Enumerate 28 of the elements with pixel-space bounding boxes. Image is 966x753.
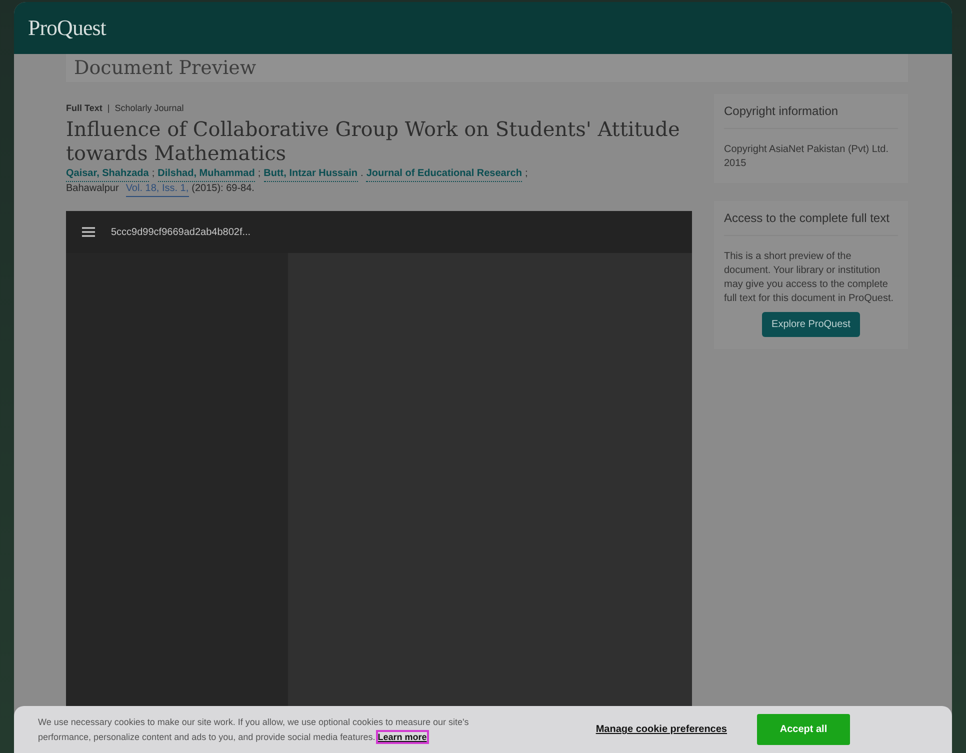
separator: ; — [524, 167, 528, 181]
card-text: Copyright AsiaNet Pakistan (Pvt) Ltd. 2015 — [724, 143, 890, 171]
separator: ; — [258, 167, 261, 181]
separator: ; — [152, 167, 155, 181]
place: Bahawalpur — [66, 182, 119, 196]
learn-more-link[interactable]: Learn more — [378, 732, 427, 742]
manage-preferences-link[interactable]: Manage cookie preferences — [596, 724, 727, 735]
page-title: Document Preview — [74, 57, 256, 79]
explore-button[interactable]: Explore ProQuest — [762, 312, 860, 337]
card-heading: Copyright information — [724, 94, 898, 129]
document-type: Full Text — [66, 103, 102, 113]
cookie-text: We use necessary cookies to make our site work. If you allow, we use optional cookies to measure our site's performance, personalize content and ads to you, and provide social media features. Learn more — [38, 716, 470, 744]
card-heading: Access to the complete full text — [724, 201, 898, 236]
date-pages: (2015): 69-84. — [192, 182, 254, 196]
source-type: Scholarly Journal — [114, 103, 184, 113]
separator: . — [360, 167, 364, 181]
journal-link[interactable]: Journal of Educational Research — [366, 167, 522, 182]
card-text: This is a short preview of the document. Your library or institution may give you access to the complete full text for this document in ProQuest. — [724, 250, 895, 306]
document-title: Influence of Collaborative Group Work on Students' Attitude towards Mathematics — [66, 117, 681, 165]
logo[interactable]: ProQuest — [28, 15, 106, 41]
accept-button[interactable]: Accept all — [757, 714, 850, 745]
separator: | — [107, 103, 110, 113]
menu-icon[interactable] — [82, 227, 95, 237]
author-link[interactable]: Qaisar, Shahzada — [66, 167, 149, 182]
volume-link[interactable]: Vol. 18, Iss. 1, — [126, 182, 189, 197]
file-name: 5ccc9d99cf9669ad2ab4b802f... — [111, 226, 251, 238]
author-link[interactable]: Dilshad, Muhammad — [158, 167, 255, 182]
author-link[interactable]: Butt, Intzar Hussain — [264, 167, 358, 182]
